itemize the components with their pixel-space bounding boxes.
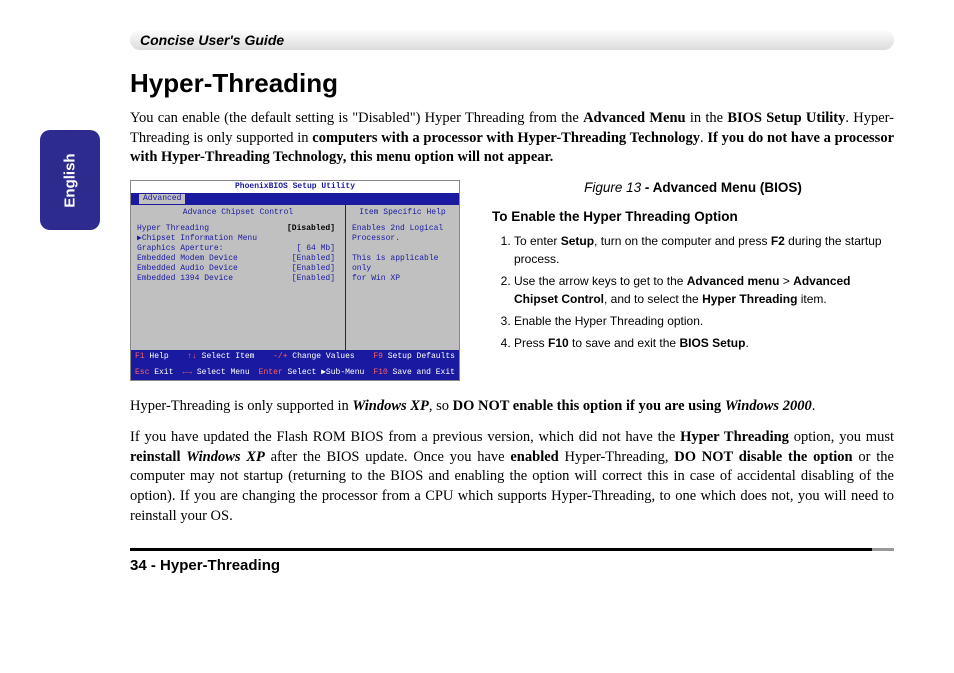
- paragraph-2: Hyper-Threading is only supported in Win…: [130, 397, 894, 417]
- bios-right-header: Item Specific Help: [352, 208, 453, 218]
- bios-title: PhoenixBIOS Setup Utility: [131, 181, 459, 193]
- step-item: Press F10 to save and exit the BIOS Setu…: [514, 334, 894, 352]
- language-tab: English: [40, 130, 100, 230]
- bios-item: Hyper Threading[Disabled]: [137, 224, 339, 234]
- step-item: To enter Setup, turn on the computer and…: [514, 232, 894, 268]
- bios-item: Embedded Modem Device[Enabled]: [137, 254, 339, 264]
- footer-rule: [130, 548, 894, 551]
- step-item: Use the arrow keys to get to the Advance…: [514, 272, 894, 308]
- enable-heading: To Enable the Hyper Threading Option: [492, 209, 894, 224]
- figure-caption: Figure 13 - Advanced Menu (BIOS): [492, 180, 894, 195]
- bios-help-line: for Win XP: [352, 274, 453, 284]
- bios-left-header: Advance Chipset Control: [137, 208, 339, 218]
- intro-paragraph: You can enable (the default setting is "…: [130, 109, 894, 168]
- guide-title: Concise User's Guide: [140, 30, 284, 50]
- bios-tabs: Advanced: [131, 193, 459, 205]
- page-title: Hyper-Threading: [130, 68, 894, 99]
- header-bar: Concise User's Guide: [130, 30, 894, 50]
- bios-help-line: Processor.: [352, 234, 453, 244]
- bios-item: Embedded Audio Device[Enabled]: [137, 264, 339, 274]
- bios-tab-advanced: Advanced: [139, 194, 185, 204]
- bios-footer: F1 Help↑↓ Select Item-/+ Change ValuesF9…: [131, 350, 459, 380]
- bios-item: Embedded 1394 Device[Enabled]: [137, 274, 339, 284]
- step-item: Enable the Hyper Threading option.: [514, 312, 894, 330]
- language-label: English: [61, 153, 78, 207]
- bios-left-panel: Advance Chipset Control Hyper Threading[…: [131, 205, 346, 350]
- bios-help-line: Enables 2nd Logical: [352, 224, 453, 234]
- bios-screenshot: PhoenixBIOS Setup Utility Advanced Advan…: [130, 180, 460, 381]
- bios-help-line: This is applicable only: [352, 254, 453, 274]
- steps-list: To enter Setup, turn on the computer and…: [492, 232, 894, 352]
- bios-help-line: [352, 244, 453, 254]
- paragraph-3: If you have updated the Flash ROM BIOS f…: [130, 428, 894, 526]
- bios-help-panel: Item Specific Help Enables 2nd LogicalPr…: [346, 205, 459, 350]
- bios-item: Graphics Aperture:[ 64 Mb]: [137, 244, 339, 254]
- page-footer: 34 - Hyper-Threading: [130, 557, 894, 574]
- bios-item: ▶Chipset Information Menu: [137, 234, 339, 244]
